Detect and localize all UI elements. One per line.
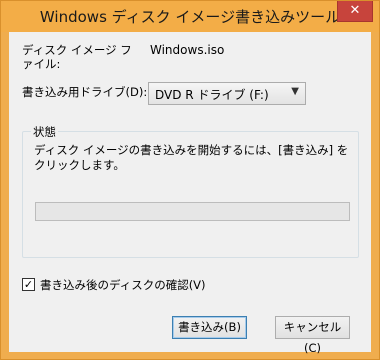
window-title: Windows ディスク イメージ書き込みツール (39, 8, 341, 26)
progress-bar (35, 202, 350, 221)
status-group: 状態 ディスク イメージの書き込みを開始するには、[書き込み] をクリックします… (22, 124, 359, 258)
image-file-label: ディスク イメージ ファイル: (22, 43, 132, 71)
dialog-window: Windows ディスク イメージ書き込みツール ✕ ディスク イメージ ファイ… (0, 0, 380, 360)
cancel-button[interactable]: キャンセル(C) (275, 316, 350, 355)
close-icon: ✕ (349, 3, 361, 18)
dialog-client-area: ディスク イメージ ファイル: Windows.iso 書き込み用ドライブ(D)… (9, 32, 371, 355)
drive-select-value: DVD R ドライブ (F:) (155, 88, 269, 102)
chevron-down-icon: ▼ (291, 86, 299, 97)
status-message: ディスク イメージの書き込みを開始するには、[書き込み] をクリックします。 (34, 143, 349, 172)
close-button[interactable]: ✕ (337, 1, 373, 22)
drive-label: 書き込み用ドライブ(D): (22, 85, 148, 99)
write-button[interactable]: 書き込み(B) (172, 316, 247, 339)
check-icon: ✓ (23, 278, 34, 291)
drive-select[interactable]: DVD R ドライブ (F:) ▼ (148, 82, 306, 105)
image-file-value: Windows.iso (150, 43, 225, 57)
verify-checkbox-label[interactable]: 書き込み後のディスクの確認(V) (40, 278, 206, 292)
verify-checkbox[interactable]: ✓ (22, 278, 35, 291)
status-group-title: 状態 (31, 124, 58, 140)
title-bar[interactable]: Windows ディスク イメージ書き込みツール ✕ (1, 1, 379, 32)
